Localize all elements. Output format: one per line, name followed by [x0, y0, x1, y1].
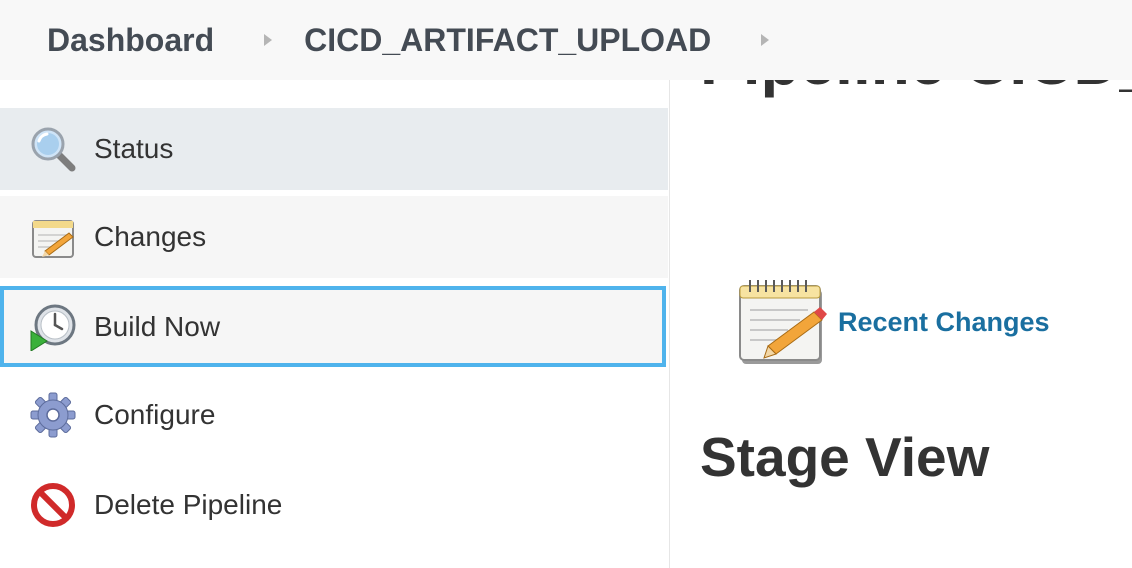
- sidebar-item-label: Delete Pipeline: [94, 489, 283, 520]
- no-entry-icon: [31, 483, 75, 527]
- sidebar-item-changes[interactable]: Changes: [0, 196, 668, 278]
- search-icon: [31, 127, 76, 172]
- breadcrumb-dashboard[interactable]: Dashboard: [47, 22, 214, 59]
- stage-view-heading: Stage View: [700, 426, 990, 488]
- notepad-icon: [739, 280, 827, 364]
- sidebar-item-label: Changes: [94, 221, 207, 252]
- main-content: Pipeline CICD_ Recent Changes Stage View: [669, 0, 1132, 568]
- gear-icon: [30, 392, 76, 438]
- sidebar-item-label: Status: [94, 133, 174, 164]
- breadcrumb-pipeline[interactable]: CICD_ARTIFACT_UPLOAD: [304, 22, 711, 59]
- sidebar-item-label: Configure: [94, 399, 216, 430]
- notepad-icon: [32, 220, 74, 258]
- sidebar-item-status[interactable]: Status: [0, 108, 668, 190]
- breadcrumb: Dashboard CICD_ARTIFACT_UPLOAD: [0, 0, 1132, 80]
- sidebar: Status Changes Build Now Configure Delet…: [0, 80, 668, 568]
- sidebar-item-label: Build Now: [94, 310, 221, 342]
- sidebar-item-configure[interactable]: Configure: [0, 374, 668, 456]
- recent-changes-label: Recent Changes: [838, 306, 1050, 337]
- breadcrumb-chevron-icon[interactable]: [761, 34, 770, 46]
- breadcrumb-chevron-icon[interactable]: [264, 34, 273, 46]
- clock-play-icon: [30, 304, 76, 351]
- recent-changes-link[interactable]: Recent Changes: [738, 276, 1050, 368]
- sidebar-item-delete-pipeline[interactable]: Delete Pipeline: [0, 464, 668, 546]
- sidebar-item-build-now[interactable]: Build Now: [0, 286, 666, 367]
